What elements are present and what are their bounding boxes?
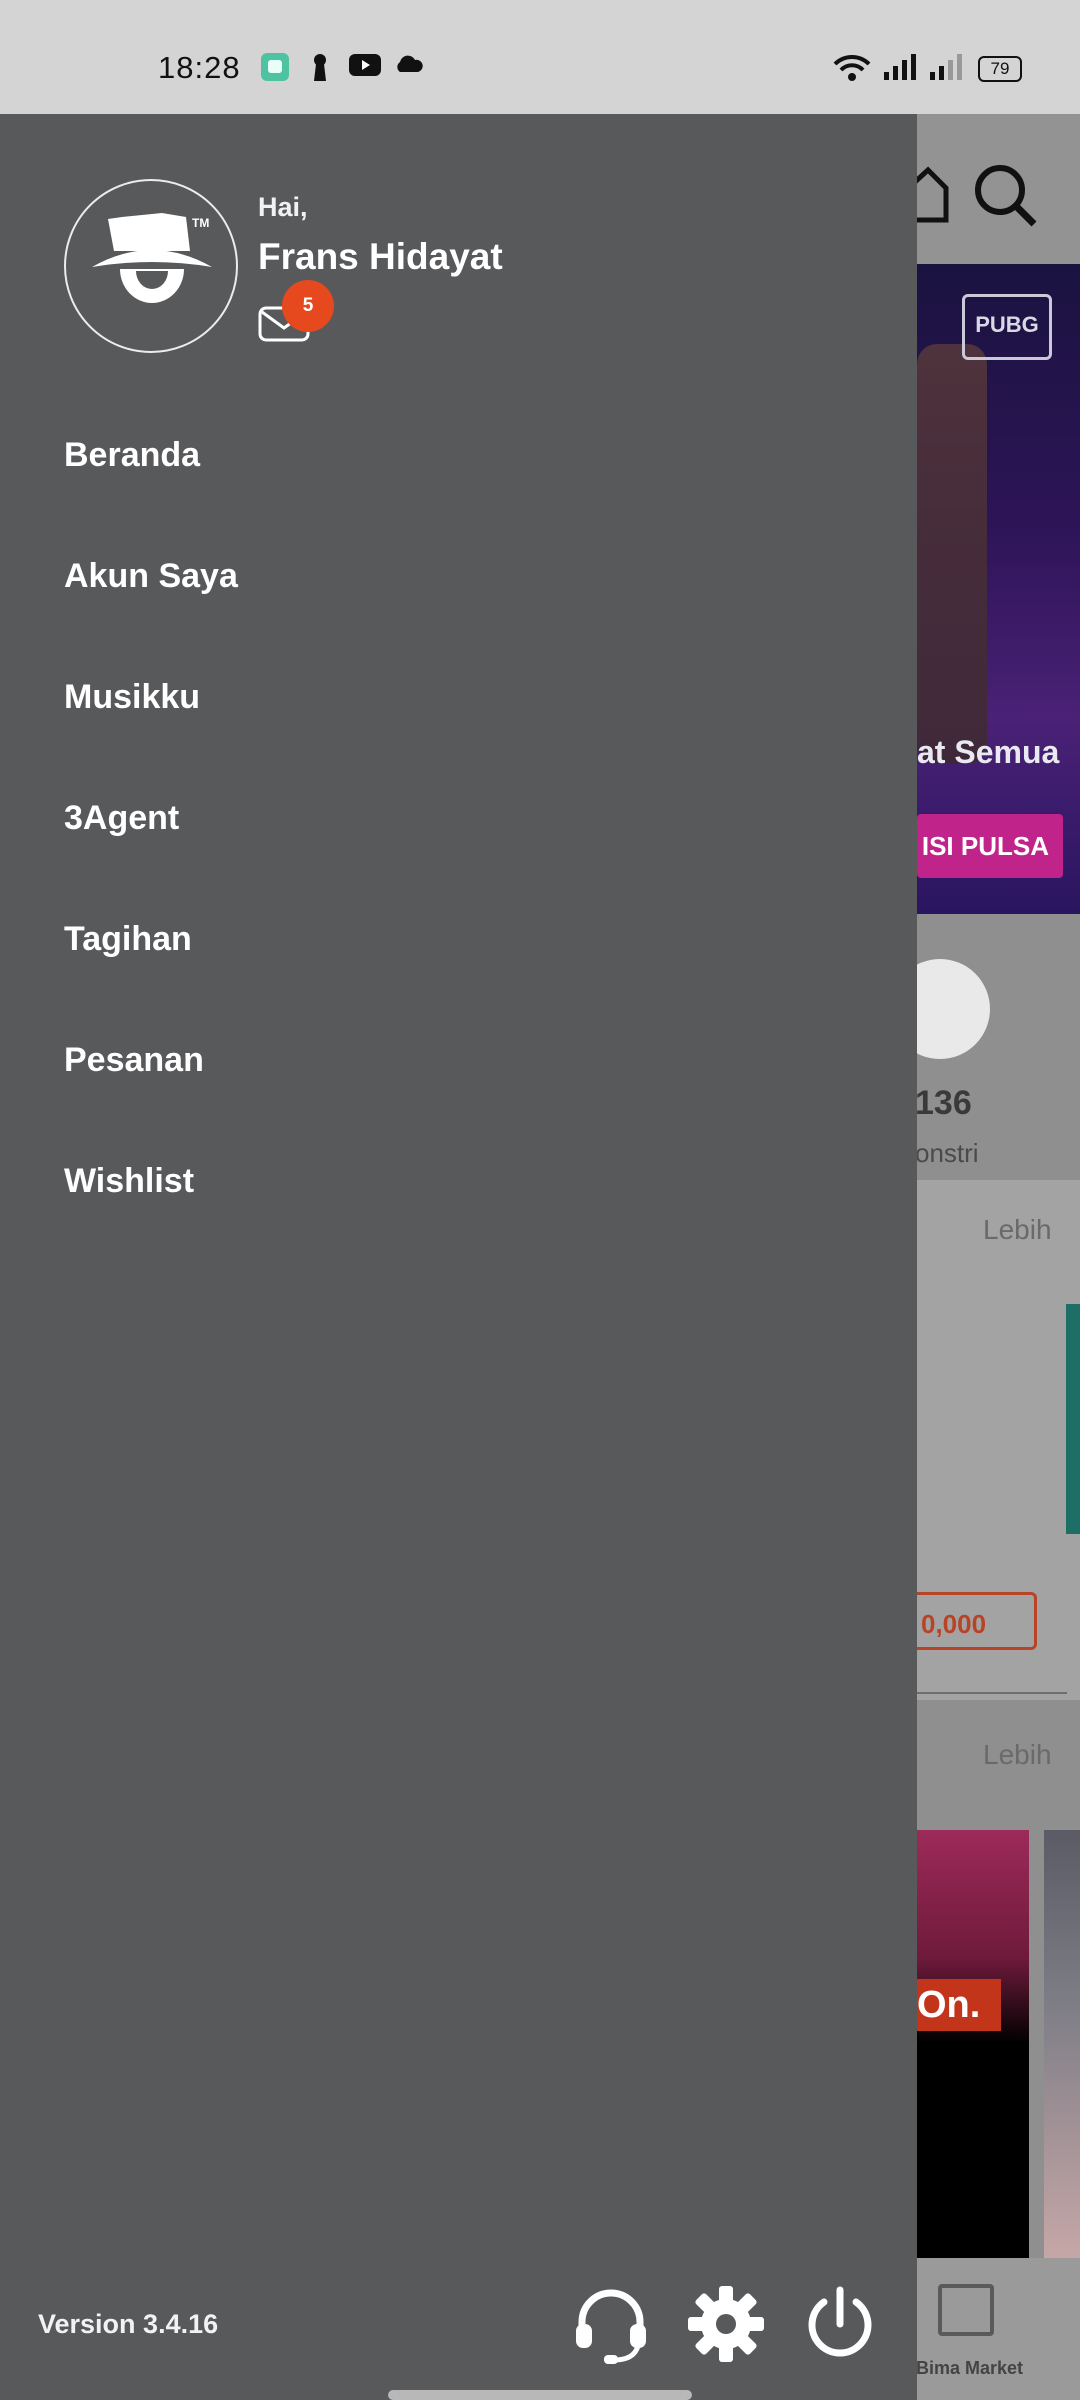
price-button: 0,000 bbox=[917, 1592, 1037, 1650]
battery-level: 79 bbox=[990, 59, 1010, 78]
status-bar: 18:28 79 bbox=[0, 0, 1080, 114]
stat-number: 136 bbox=[915, 1084, 972, 1122]
more-link: Lebih bbox=[983, 1739, 1052, 1770]
navigation-drawer: TM Hai, Frans Hidayat 5 Beranda Akun Say… bbox=[0, 114, 917, 2400]
section-divider bbox=[917, 1692, 1067, 1694]
user-name: Frans Hidayat bbox=[258, 236, 503, 277]
power-icon[interactable] bbox=[800, 2284, 880, 2364]
menu-item-akun-saya[interactable]: Akun Saya bbox=[64, 557, 238, 596]
greeting: Hai, bbox=[258, 192, 308, 222]
gesture-home-bar[interactable] bbox=[388, 2390, 692, 2400]
message-count-badge: 5 bbox=[282, 280, 334, 332]
search-icon bbox=[975, 165, 1037, 227]
promo-text: On. bbox=[917, 1979, 1001, 2031]
nav-label: Bima Market bbox=[916, 2358, 1024, 2378]
battery-icon: 79 bbox=[978, 56, 1022, 82]
svg-text:TM: TM bbox=[192, 216, 209, 230]
promo-card-2 bbox=[1044, 1830, 1080, 2258]
menu-item-musikku[interactable]: Musikku bbox=[64, 678, 200, 717]
signal-weak-icon bbox=[930, 54, 962, 80]
menu-item-pesanan[interactable]: Pesanan bbox=[64, 1041, 204, 1080]
keyhole-icon bbox=[314, 54, 326, 81]
store-icon bbox=[938, 2284, 994, 2336]
signal-icon bbox=[884, 54, 916, 80]
menu-item-tagihan[interactable]: Tagihan bbox=[64, 920, 192, 959]
topup-button: ISI PULSA bbox=[917, 814, 1063, 878]
product-card-edge bbox=[1066, 1304, 1080, 1534]
promo-card bbox=[917, 1830, 1029, 2258]
menu-item-wishlist[interactable]: Wishlist bbox=[64, 1162, 194, 1201]
banner-label: at Semua bbox=[917, 734, 1060, 770]
app-version: Version 3.4.16 bbox=[38, 2309, 219, 2339]
pubg-logo: PUBG bbox=[962, 294, 1052, 360]
chat-app-icon bbox=[261, 53, 289, 81]
user-avatar[interactable]: TM bbox=[64, 179, 238, 353]
incognito-hat-icon: TM bbox=[92, 213, 212, 303]
cloud-icon bbox=[397, 55, 423, 72]
status-time: 18:28 bbox=[158, 50, 241, 85]
more-link: Lebih bbox=[983, 1214, 1052, 1245]
settings-gear-icon[interactable] bbox=[686, 2284, 766, 2364]
wifi-icon bbox=[833, 54, 871, 81]
headset-icon[interactable] bbox=[570, 2284, 652, 2366]
menu-item-beranda[interactable]: Beranda bbox=[64, 436, 200, 475]
menu-item-3agent[interactable]: 3Agent bbox=[64, 799, 179, 838]
youtube-icon bbox=[349, 54, 381, 76]
stat-label: onstri bbox=[915, 1138, 979, 1168]
banner-figure bbox=[917, 344, 987, 764]
